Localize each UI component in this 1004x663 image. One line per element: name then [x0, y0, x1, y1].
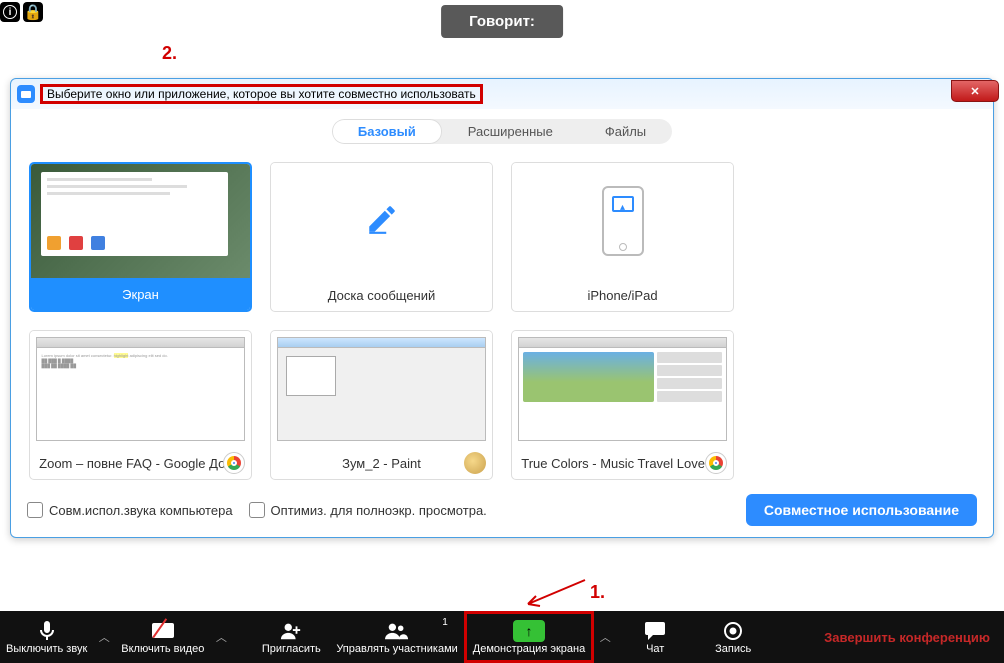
chrome-icon [705, 452, 727, 474]
screen-thumbnail [31, 164, 250, 278]
zoom-app-icon [17, 85, 35, 103]
invite-button[interactable]: Пригласить [252, 611, 330, 663]
share-tabs: Базовый Расширенные Файлы [11, 119, 993, 144]
invite-icon [280, 620, 302, 642]
checkbox-label: Совм.испол.звука компьютера [49, 503, 233, 518]
dialog-title: Выберите окно или приложение, которое вы… [40, 84, 483, 104]
audio-options-chevron[interactable]: ︿ [93, 629, 115, 645]
tab-basic[interactable]: Базовый [332, 119, 442, 144]
speaking-indicator: Говорит: [441, 5, 563, 38]
annotation-arrow [520, 578, 590, 608]
record-button[interactable]: Запись [694, 611, 772, 663]
lock-icon: 🔒 [24, 3, 43, 21]
end-meeting-button[interactable]: Завершить конференцию [824, 630, 990, 645]
pencil-icon [365, 202, 399, 241]
meeting-info-button[interactable]: i [0, 2, 20, 22]
mute-button[interactable]: Выключить звук [0, 611, 93, 663]
share-option-label: Зум_2 - Paint [271, 447, 492, 479]
share-screen-dialog: Выберите окно или приложение, которое вы… [10, 78, 994, 538]
paint-icon [464, 452, 486, 474]
share-option-whiteboard[interactable]: Доска сообщений [270, 162, 493, 312]
share-option-window-chrome-docs[interactable]: Lorem ipsum dolor sit amet consectetur. … [29, 330, 252, 480]
window-thumbnail [512, 331, 733, 447]
participants-button[interactable]: 1 Управлять участниками [330, 611, 463, 663]
participants-count: 1 [442, 617, 448, 628]
share-button[interactable]: Совместное использование [746, 494, 977, 526]
share-option-label: iPhone/iPad [512, 279, 733, 311]
share-option-label: Доска сообщений [271, 279, 492, 311]
tab-advanced[interactable]: Расширенные [442, 119, 579, 144]
close-button[interactable]: ✕ [951, 80, 999, 102]
share-audio-checkbox[interactable]: Совм.испол.звука компьютера [27, 502, 233, 518]
share-screen-icon: ↑ [513, 620, 545, 642]
camera-off-icon [152, 620, 174, 642]
window-thumbnail: Lorem ipsum dolor sit amet consectetur. … [30, 331, 251, 447]
iphone-thumbnail [512, 163, 733, 279]
window-thumbnail [271, 331, 492, 447]
checkbox-label: Оптимиз. для полноэкр. просмотра. [271, 503, 487, 518]
microphone-icon [39, 620, 55, 642]
toolbar-label: Запись [715, 643, 751, 655]
toolbar-label: Пригласить [262, 643, 321, 655]
chrome-icon [223, 452, 245, 474]
toolbar-label: Управлять участниками [336, 643, 457, 655]
share-option-window-paint[interactable]: Зум_2 - Paint [270, 330, 493, 480]
encryption-indicator: 🔒 [23, 2, 43, 22]
toolbar-label: Выключить звук [6, 643, 87, 655]
dialog-titlebar: Выберите окно или приложение, которое вы… [11, 79, 993, 109]
annotation-1: 1. [590, 582, 605, 603]
record-icon [724, 620, 742, 642]
share-option-label: True Colors - Music Travel Love (... [512, 447, 733, 479]
share-screen-button[interactable]: ↑ Демонстрация экрана [464, 611, 594, 663]
meeting-toolbar: Выключить звук ︿ Включить видео ︿ Пригла… [0, 611, 1004, 663]
share-option-window-chrome-youtube[interactable]: True Colors - Music Travel Love (... [511, 330, 734, 480]
toolbar-label: Демонстрация экрана [473, 643, 585, 655]
share-option-screen[interactable]: Экран [29, 162, 252, 312]
video-button[interactable]: Включить видео [115, 611, 210, 663]
toolbar-label: Чат [646, 643, 664, 655]
info-icon: i [3, 5, 17, 19]
whiteboard-thumbnail [271, 163, 492, 279]
share-option-label: Zoom – повне FAQ - Google Док... [30, 447, 251, 479]
share-option-iphone-ipad[interactable]: iPhone/iPad [511, 162, 734, 312]
share-option-label: Экран [31, 278, 250, 310]
chat-icon [645, 620, 665, 642]
annotation-2: 2. [162, 43, 177, 64]
optimize-video-checkbox[interactable]: Оптимиз. для полноэкр. просмотра. [249, 502, 487, 518]
video-options-chevron[interactable]: ︿ [210, 629, 232, 645]
participants-icon [385, 620, 409, 642]
airplay-icon [612, 196, 634, 212]
tab-files[interactable]: Файлы [579, 119, 672, 144]
chat-button[interactable]: Чат [616, 611, 694, 663]
share-options-chevron[interactable]: ︿ [594, 629, 616, 645]
